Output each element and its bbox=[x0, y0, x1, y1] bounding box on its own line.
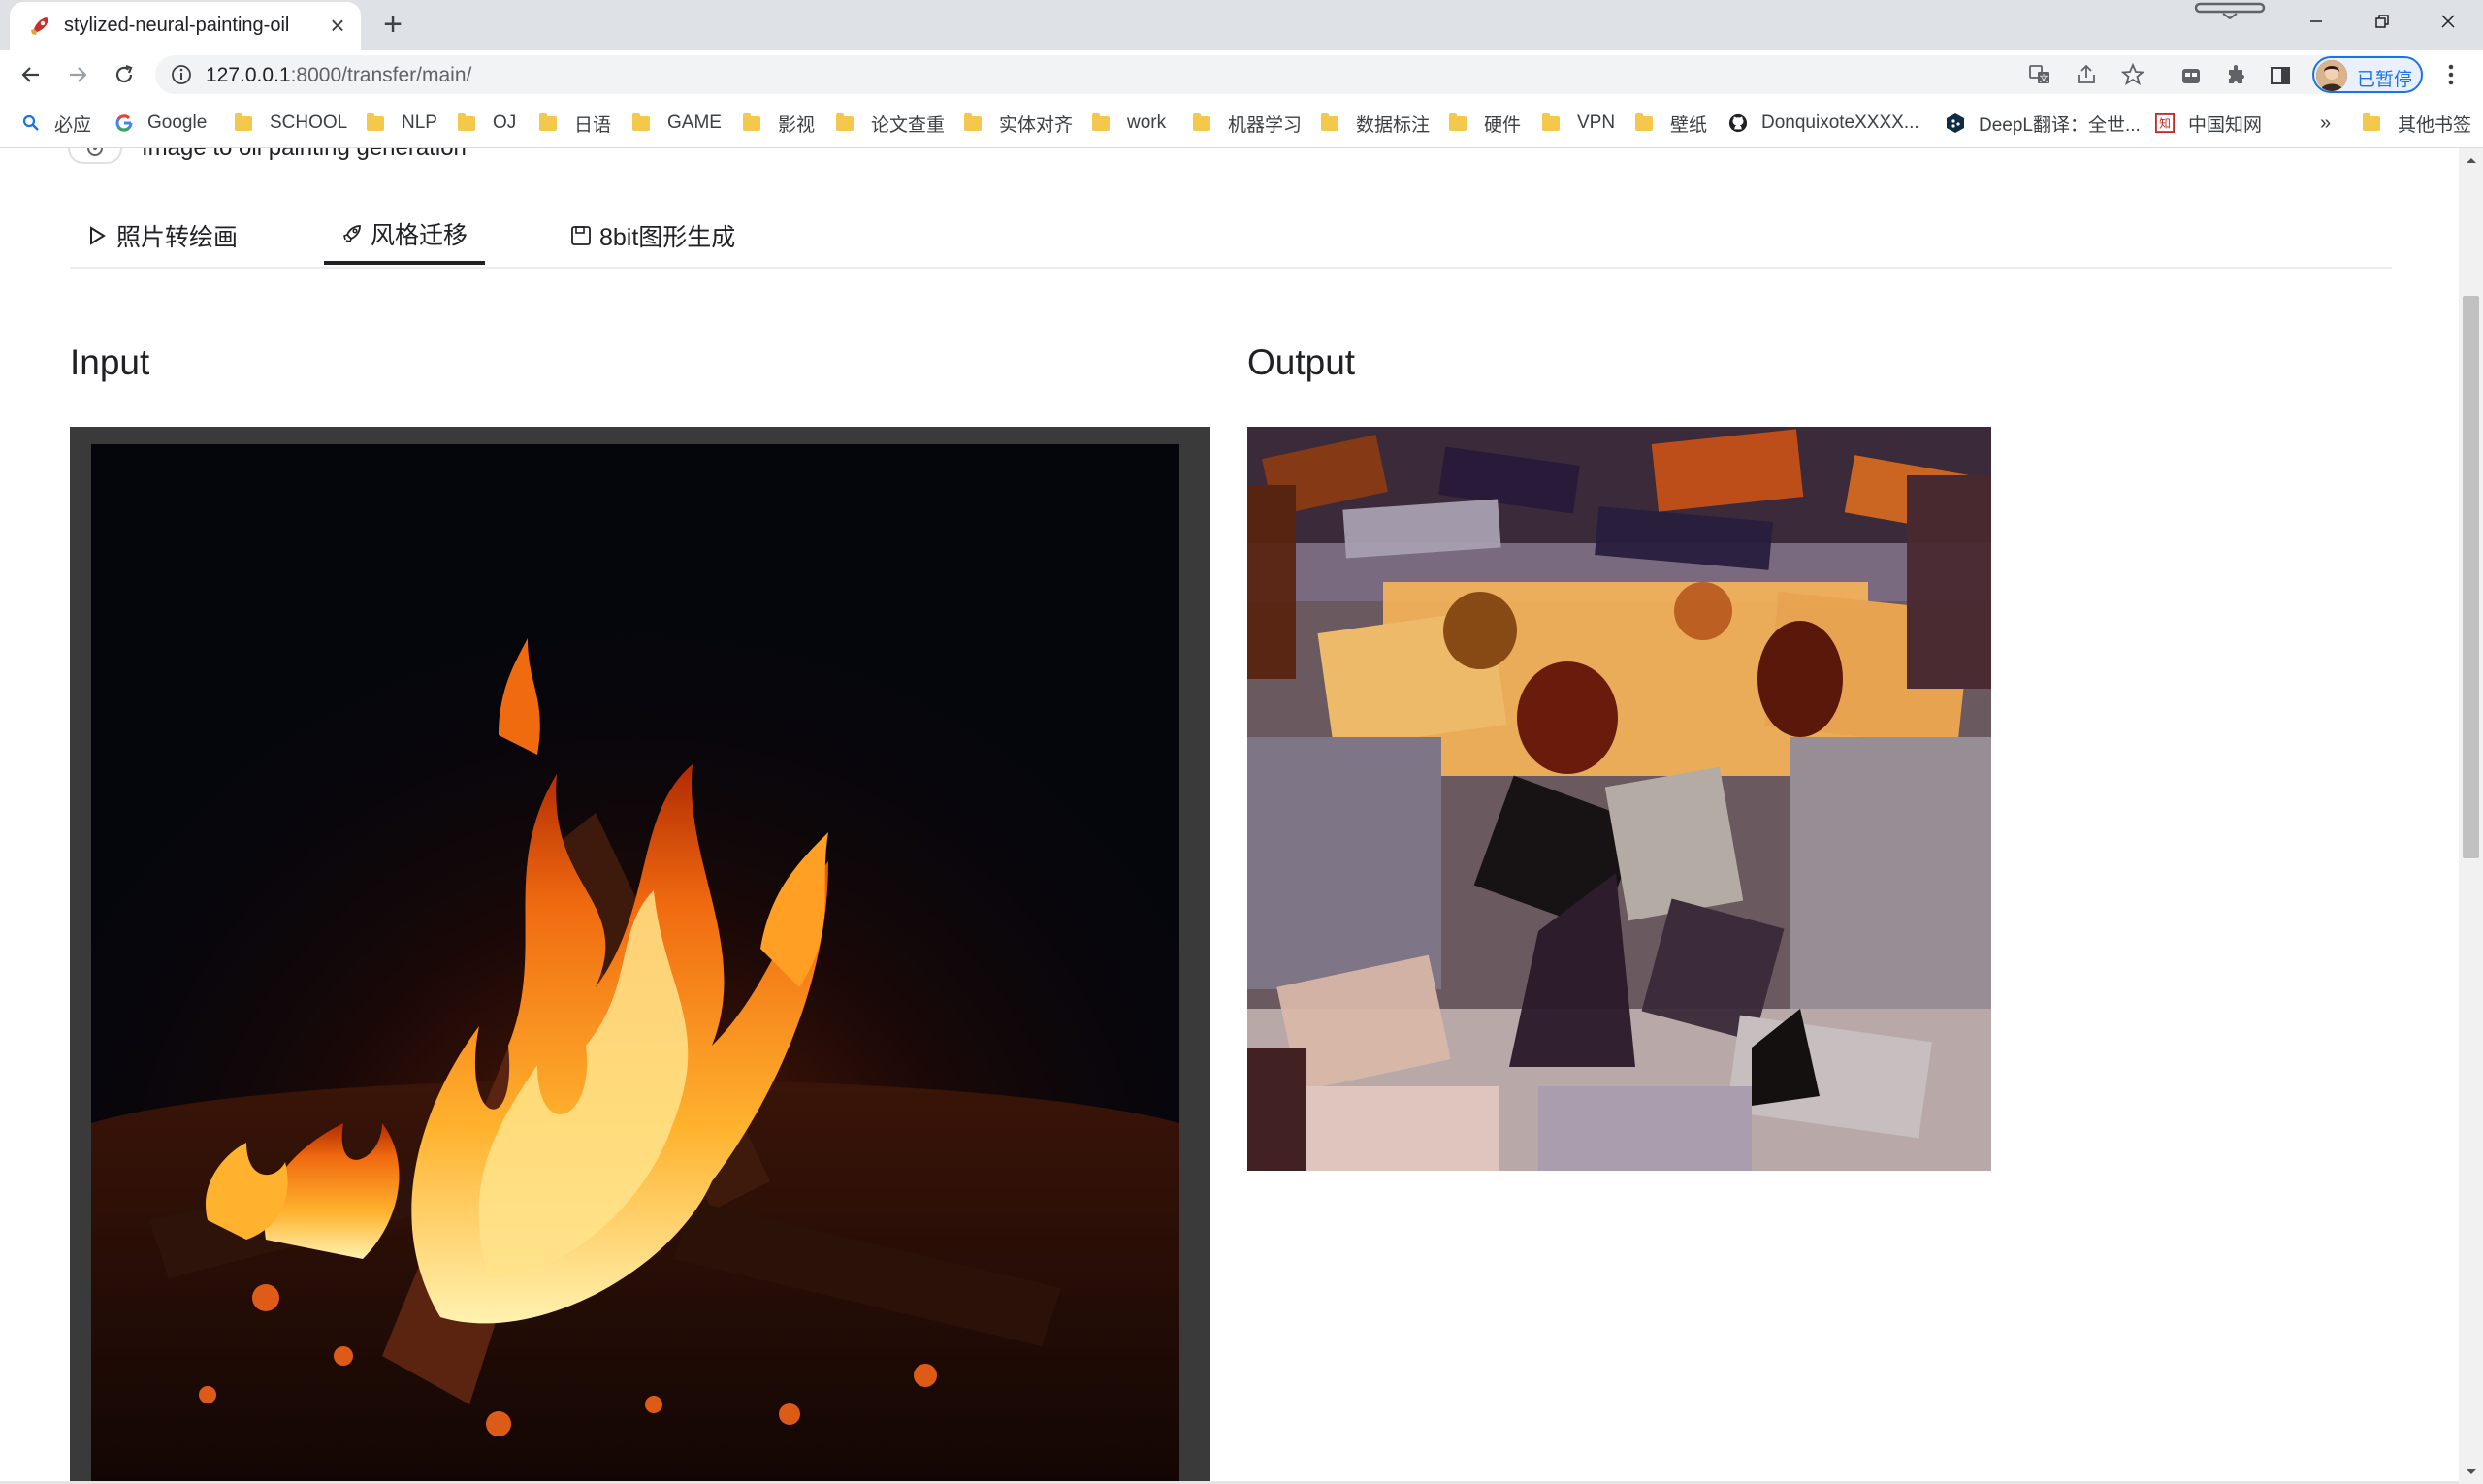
bookmark-folder-school[interactable]: SCHOOL bbox=[235, 111, 347, 136]
tab-close-icon[interactable]: × bbox=[324, 12, 351, 39]
reload-icon[interactable] bbox=[107, 57, 142, 92]
rocket-favicon-icon bbox=[31, 17, 48, 35]
restore-icon[interactable] bbox=[2349, 0, 2415, 43]
save-icon bbox=[570, 225, 592, 246]
bookmark-folder-nlp[interactable]: NLP bbox=[367, 111, 437, 136]
translate-icon[interactable]: 文 bbox=[2027, 62, 2052, 87]
tab-photo-to-painting[interactable]: 照片转绘画 bbox=[87, 207, 238, 265]
browser-tab-strip: stylized-neural-painting-oil × + bbox=[0, 0, 2483, 50]
folder-icon bbox=[964, 113, 982, 131]
side-panel-icon[interactable] bbox=[2268, 63, 2293, 88]
folder-icon bbox=[1542, 113, 1560, 131]
tab-search-icon[interactable] bbox=[2194, 2, 2266, 19]
page-scrollbar[interactable] bbox=[2459, 148, 2483, 1484]
folder-icon bbox=[743, 113, 760, 131]
scrollbar-thumb[interactable] bbox=[2463, 296, 2479, 858]
bookmark-folder-entity-alignment[interactable]: 实体对齐 bbox=[964, 111, 1073, 136]
bookmark-folder-video[interactable]: 影视 bbox=[743, 111, 815, 136]
page-content: Image to oil painting generation 照片转绘画 风… bbox=[0, 148, 2459, 1484]
bookmark-folder-wallpaper[interactable]: 壁纸 bbox=[1635, 111, 1707, 136]
google-icon bbox=[114, 113, 134, 133]
extensions-puzzle-icon[interactable] bbox=[2223, 63, 2248, 88]
profile-button[interactable]: 已暂停 bbox=[2312, 56, 2423, 93]
folder-icon bbox=[632, 113, 650, 131]
output-heading: Output bbox=[1247, 342, 1356, 382]
tab-title: stylized-neural-painting-oil bbox=[64, 15, 290, 36]
bookmark-folder-japanese[interactable]: 日语 bbox=[539, 111, 611, 136]
play-icon bbox=[87, 225, 109, 246]
address-bar[interactable]: 127.0.0.1:8000/transfer/main/ 文 bbox=[155, 55, 2415, 94]
forward-icon[interactable] bbox=[60, 57, 95, 92]
share-icon[interactable] bbox=[2074, 62, 2099, 87]
bookmark-google[interactable]: Google bbox=[114, 111, 207, 136]
folder-icon bbox=[1092, 113, 1110, 131]
folder-icon bbox=[458, 113, 475, 131]
github-icon bbox=[1728, 113, 1748, 133]
tab-style-transfer[interactable]: 风格迁移 bbox=[324, 207, 486, 265]
folder-icon bbox=[1321, 113, 1338, 131]
avatar bbox=[2316, 60, 2347, 91]
folder-icon bbox=[1193, 113, 1210, 131]
page-header: Image to oil painting generation bbox=[68, 148, 467, 168]
tab-8bit-generation[interactable]: 8bit图形生成 bbox=[570, 207, 735, 265]
other-bookmarks[interactable]: 其他书签 bbox=[2363, 111, 2471, 136]
bookmark-folder-oj[interactable]: OJ bbox=[458, 111, 516, 136]
folder-icon bbox=[2363, 113, 2380, 131]
cnki-icon: 知 bbox=[2155, 113, 2175, 133]
rocket-icon bbox=[341, 223, 363, 244]
bookmark-github[interactable]: DonquixoteXXXX... bbox=[1728, 111, 1919, 136]
bookmark-folder-machine-learning[interactable]: 机器学习 bbox=[1193, 111, 1302, 136]
close-window-icon[interactable] bbox=[2415, 0, 2481, 43]
folder-icon bbox=[836, 113, 854, 131]
bookmark-folder-data-labeling[interactable]: 数据标注 bbox=[1321, 111, 1430, 136]
new-tab-icon[interactable]: + bbox=[376, 8, 409, 41]
deepl-icon bbox=[1946, 113, 1965, 133]
bookmark-folder-plagiarism[interactable]: 论文查重 bbox=[836, 111, 945, 136]
page-subtitle: Image to oil painting generation bbox=[142, 148, 467, 162]
url-text[interactable]: 127.0.0.1:8000/transfer/main/ bbox=[206, 64, 471, 87]
bing-search-icon bbox=[21, 113, 41, 133]
output-painting-image[interactable] bbox=[1247, 427, 1991, 1171]
bookmarks-overflow-button[interactable]: » bbox=[2320, 111, 2331, 136]
input-campfire-image bbox=[91, 444, 1179, 1484]
folder-icon bbox=[539, 113, 557, 131]
scroll-up-icon[interactable] bbox=[2459, 148, 2483, 172]
extension-icon[interactable] bbox=[2178, 63, 2204, 88]
mode-tabs: 照片转绘画 风格迁移 8bit图形生成 bbox=[70, 207, 2392, 269]
back-icon[interactable] bbox=[14, 57, 48, 92]
folder-icon bbox=[1449, 113, 1467, 131]
bookmark-folder-game[interactable]: GAME bbox=[632, 111, 722, 136]
bookmark-folder-vpn[interactable]: VPN bbox=[1542, 111, 1615, 136]
site-info-icon[interactable] bbox=[171, 64, 192, 85]
input-heading: Input bbox=[70, 342, 150, 382]
folder-icon bbox=[235, 113, 252, 131]
bookmarks-bar: 必应 Google SCHOOL NLP OJ 日语 GAME 影视 论文查重 … bbox=[0, 99, 2483, 148]
bookmark-folder-hardware[interactable]: 硬件 bbox=[1449, 111, 1521, 136]
app-logo-icon bbox=[68, 148, 122, 164]
scroll-down-icon[interactable] bbox=[2459, 1461, 2483, 1484]
folder-icon bbox=[1635, 113, 1653, 131]
bookmark-folder-work[interactable]: work bbox=[1092, 111, 1166, 136]
input-image-frame[interactable] bbox=[70, 427, 1210, 1484]
browser-toolbar: 127.0.0.1:8000/transfer/main/ 文 已暂停 bbox=[0, 50, 2483, 99]
minimize-icon[interactable] bbox=[2283, 0, 2349, 43]
bookmark-deepl[interactable]: DeepL翻译：全世... bbox=[1946, 111, 2141, 136]
browser-menu-icon[interactable] bbox=[2438, 62, 2464, 87]
bookmark-bing[interactable]: 必应 bbox=[21, 111, 91, 136]
bookmark-star-icon[interactable] bbox=[2120, 62, 2145, 87]
profile-status-label: 已暂停 bbox=[2357, 70, 2413, 90]
browser-tab[interactable]: stylized-neural-painting-oil × bbox=[10, 2, 361, 50]
folder-icon bbox=[367, 113, 384, 131]
svg-text:知: 知 bbox=[2159, 117, 2171, 131]
svg-text:文: 文 bbox=[2039, 73, 2048, 84]
bookmark-cnki[interactable]: 知 中国知网 bbox=[2155, 111, 2262, 136]
